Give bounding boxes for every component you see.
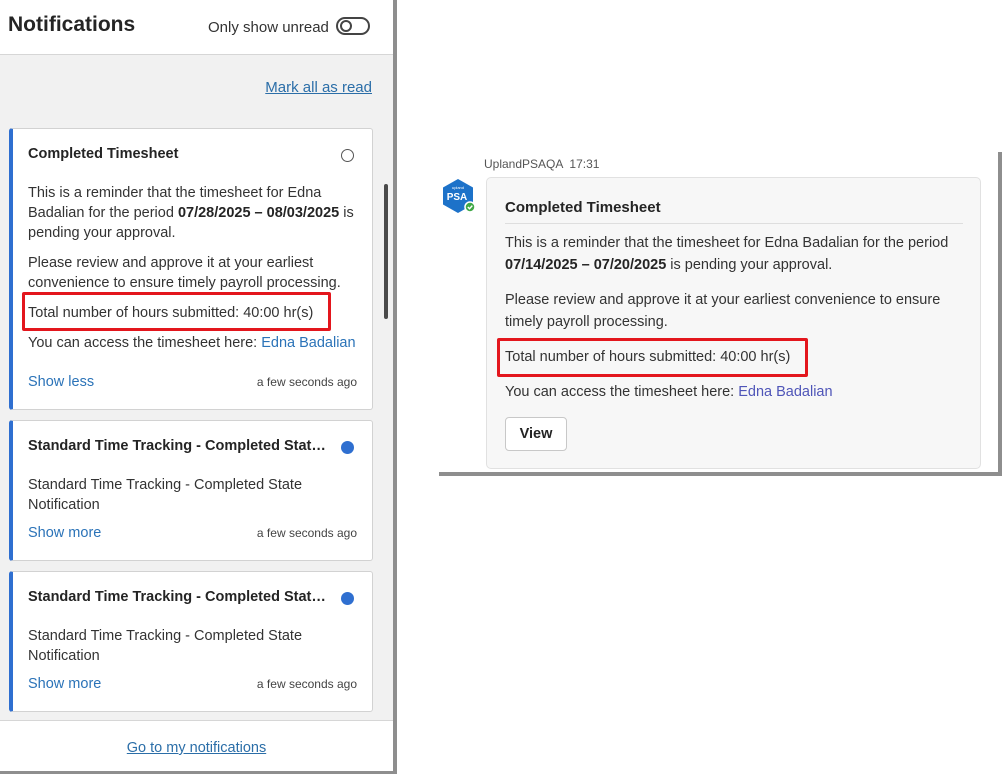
title-divider [505, 223, 963, 224]
view-button[interactable]: View [505, 417, 567, 451]
panel-header: Notifications Only show unread [0, 0, 393, 55]
read-status-icon[interactable] [341, 149, 354, 162]
timesheet-link[interactable]: Edna Badalian [261, 335, 355, 351]
card-timestamp: a few seconds ago [256, 526, 357, 540]
notification-card[interactable]: Completed Timesheet This is a reminder t… [9, 128, 373, 410]
card-title: Completed Timesheet [28, 146, 179, 162]
panel-title: Notifications [8, 13, 136, 36]
notification-card[interactable]: Standard Time Tracking - Completed State… [9, 571, 373, 712]
card-instructions: Please review and approve it at your ear… [505, 292, 941, 330]
card-title: Standard Time Tracking - Completed State… [28, 438, 328, 454]
card-title: Standard Time Tracking - Completed State… [28, 589, 328, 605]
card-message: Standard Time Tracking - Completed State… [28, 628, 303, 664]
highlight-box [497, 338, 808, 377]
card-instructions: Please review and approve it at your ear… [28, 255, 341, 291]
svg-text:upland: upland [452, 185, 464, 190]
only-unread-label: Only show unread [208, 19, 329, 36]
sender-name: UplandPSAQA [484, 157, 564, 171]
message-meta: UplandPSAQA 17:31 [484, 157, 599, 171]
unread-status-icon[interactable] [341, 441, 354, 454]
notifications-panel: Notifications Only show unread Mark all … [0, 0, 397, 774]
card-timestamp: a few seconds ago [256, 677, 357, 691]
card-title: Completed Timesheet [505, 199, 661, 216]
panel-footer: Go to my notifications [0, 720, 393, 771]
notification-card[interactable]: Standard Time Tracking - Completed State… [9, 420, 373, 561]
scrollbar-thumb[interactable] [384, 184, 388, 319]
highlight-box [22, 292, 331, 331]
card-message: This is a reminder that the timesheet fo… [505, 235, 949, 273]
card-message: Standard Time Tracking - Completed State… [28, 477, 303, 513]
card-timestamp: a few seconds ago [256, 375, 357, 389]
unread-status-icon[interactable] [341, 592, 354, 605]
svg-text:PSA: PSA [447, 192, 468, 203]
psa-logo-icon: upland PSA [443, 179, 476, 213]
show-less-link[interactable]: Show less [28, 374, 94, 390]
card-access: You can access the timesheet here: Edna … [505, 384, 833, 400]
mark-all-read-link[interactable]: Mark all as read [265, 79, 372, 96]
message-time: 17:31 [569, 157, 600, 171]
go-to-notifications-link[interactable]: Go to my notifications [0, 740, 393, 756]
only-unread-toggle[interactable] [336, 17, 370, 35]
card-access: You can access the timesheet here: Edna … [28, 335, 356, 351]
timesheet-link[interactable]: Edna Badalian [738, 384, 832, 400]
show-more-link[interactable]: Show more [28, 525, 101, 541]
show-more-link[interactable]: Show more [28, 676, 101, 692]
card-message: This is a reminder that the timesheet fo… [28, 185, 354, 241]
presence-icon [464, 201, 476, 213]
adaptive-card: Completed Timesheet This is a reminder t… [486, 177, 981, 469]
bot-avatar[interactable]: upland PSA [440, 178, 476, 214]
toggle-knob [340, 20, 352, 32]
